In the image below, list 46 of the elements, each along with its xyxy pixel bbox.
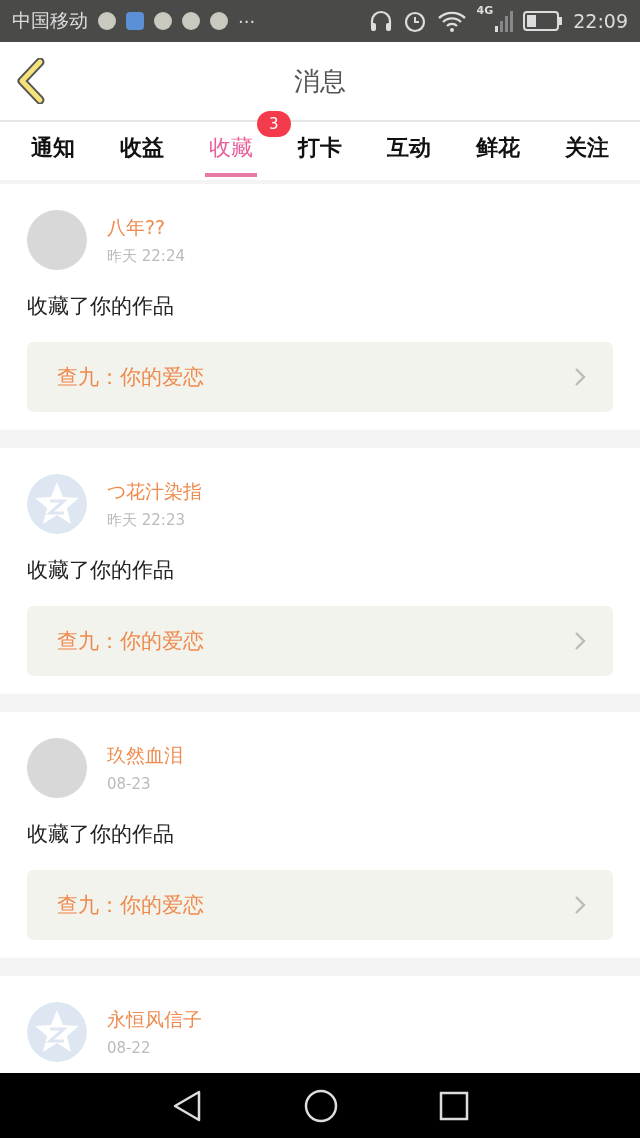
tab[interactable]: 鲜花 [472, 125, 525, 177]
headphones-icon [368, 10, 393, 32]
tab[interactable]: 打卡 [294, 125, 346, 177]
avatar-placeholder [27, 738, 87, 798]
work-link[interactable]: 查九：你的爱恋 [27, 606, 613, 676]
message-time: 昨天 22:24 [107, 246, 185, 266]
recent-apps-square-icon[interactable] [439, 1090, 470, 1121]
work-link[interactable]: 查九：你的爱恋 [27, 342, 613, 412]
network-type: 4G [476, 4, 494, 17]
user-name[interactable]: 永恒风信子 [107, 1007, 202, 1033]
wifi-icon [436, 10, 467, 32]
signal-icon [495, 10, 514, 32]
app-notification-icon [182, 12, 200, 30]
app-notification-icon [98, 12, 116, 30]
tab[interactable]: 通知 [26, 125, 79, 177]
app-notification-icon [210, 12, 228, 30]
tab[interactable]: 互动 [383, 125, 436, 177]
chevron-left-icon [16, 58, 46, 104]
default-avatar-icon [27, 1002, 87, 1062]
more-notifications: ··· [238, 10, 256, 32]
count-badge: 3 [256, 111, 291, 137]
default-avatar-icon [27, 474, 87, 534]
back-button[interactable] [16, 58, 46, 104]
tab[interactable]: 收益 [115, 125, 168, 177]
message-text: 收藏了你的作品 [27, 821, 175, 848]
tab[interactable]: 关注 [561, 125, 614, 177]
chevron-right-icon [573, 894, 587, 916]
message-text: 收藏了你的作品 [27, 557, 175, 584]
chevron-right-icon [573, 366, 587, 388]
clock-time: 22:09 [573, 10, 628, 32]
chevron-right-icon [573, 630, 587, 652]
message-time: 08-23 [107, 775, 152, 793]
page-title: 消息 [294, 64, 346, 98]
message-time: 08-22 [107, 1039, 152, 1057]
work-link[interactable]: 查九：你的爱恋 [27, 870, 613, 940]
home-circle-icon[interactable] [304, 1088, 338, 1123]
battery-icon [523, 11, 564, 31]
message-time: 昨天 22:23 [107, 510, 186, 530]
user-name[interactable]: 八年?? [107, 214, 185, 241]
app-notification-icon [154, 12, 172, 30]
message-text: 收藏了你的作品 [27, 293, 175, 320]
avatar-placeholder [27, 210, 87, 270]
alarm-clock-icon [402, 9, 427, 33]
user-name[interactable]: つ花汁染指 [107, 478, 202, 505]
user-name[interactable]: 玖然血泪 [107, 743, 183, 769]
carrier-name: 中国移动 [12, 8, 88, 33]
